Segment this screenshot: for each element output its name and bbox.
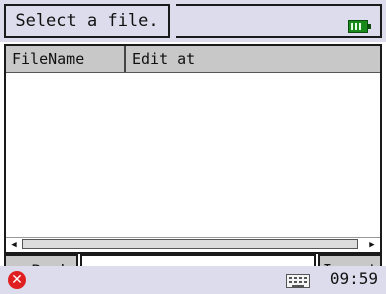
- file-list[interactable]: FileName Edit at ◀ ▶: [4, 44, 382, 254]
- column-header-filename[interactable]: FileName: [6, 46, 126, 72]
- page-title: Select a file.: [4, 4, 170, 38]
- scroll-right-icon[interactable]: ▶: [366, 239, 378, 250]
- list-header: FileName Edit at: [6, 46, 380, 73]
- list-rows[interactable]: [6, 73, 380, 203]
- close-icon[interactable]: ✕: [8, 271, 26, 289]
- title-bar-spacer: [176, 4, 382, 38]
- title-bar: Select a file.: [0, 0, 386, 42]
- clock: 09:59: [329, 269, 378, 288]
- scrollbar-thumb[interactable]: [22, 239, 358, 249]
- screen: Select a file. FileName Edit at ◀ ▶ <<Ba…: [0, 0, 386, 294]
- column-header-edit-at[interactable]: Edit at: [126, 46, 380, 72]
- horizontal-scrollbar[interactable]: ◀ ▶: [6, 237, 380, 252]
- battery-full-icon: [348, 20, 371, 33]
- status-bar: ✕ 09:59: [0, 266, 386, 294]
- keyboard-icon[interactable]: [286, 274, 310, 288]
- scroll-left-icon[interactable]: ◀: [8, 239, 20, 250]
